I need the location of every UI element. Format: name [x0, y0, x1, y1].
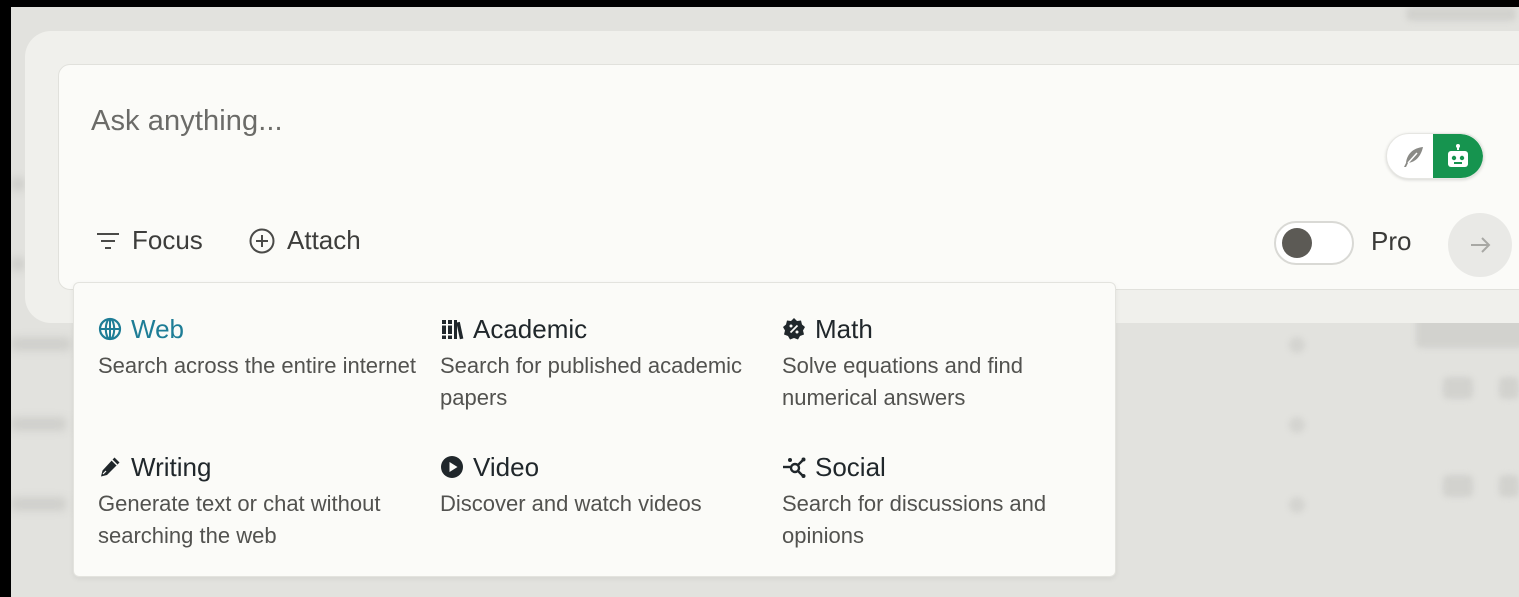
model-switch[interactable] [1386, 133, 1484, 179]
pen-icon [101, 457, 120, 477]
focus-option-math[interactable]: Math Solve equations and find numerical … [782, 313, 1112, 414]
pro-label: Pro [1371, 226, 1412, 256]
option-description: Search across the entire internet [98, 353, 416, 378]
filter-icon [97, 232, 119, 249]
background-content [11, 417, 66, 431]
background-content [1443, 475, 1473, 497]
option-title: Writing [131, 451, 212, 482]
focus-label: Focus [132, 225, 203, 255]
plus-circle-icon [249, 228, 275, 253]
robot-model-button[interactable] [1433, 134, 1483, 178]
app-window: Ask anything... Focus Attach Pro Web Sea… [11, 7, 1519, 597]
submit-button[interactable] [1448, 213, 1512, 277]
background-content [11, 497, 66, 511]
math-badge-icon [783, 318, 805, 340]
focus-option-video[interactable]: Video Discover and watch videos [440, 451, 770, 520]
books-icon [442, 320, 464, 340]
option-title: Social [815, 451, 886, 482]
globe-icon [98, 317, 122, 341]
attach-label: Attach [287, 225, 361, 255]
option-title: Academic [473, 313, 588, 344]
focus-button[interactable]: Focus [95, 225, 203, 256]
background-content [1499, 377, 1519, 399]
background-content [1499, 475, 1519, 497]
search-input[interactable]: Ask anything... [91, 105, 283, 138]
play-icon [441, 456, 463, 478]
option-description: Search for discussions and opinions [782, 491, 1047, 548]
robot-icon [1448, 144, 1468, 167]
background-content [11, 337, 71, 351]
background-content [1289, 417, 1305, 433]
background-content [1406, 7, 1516, 21]
option-title: Web [131, 313, 184, 344]
option-description: Discover and watch videos [440, 491, 702, 516]
focus-option-social[interactable]: Social Search for discussions and opinio… [782, 451, 1112, 552]
attach-button[interactable]: Attach [248, 225, 361, 256]
option-title: Math [815, 313, 873, 344]
option-title: Video [473, 451, 540, 482]
option-description: Generate text or chat without searching … [98, 491, 381, 548]
toggle-knob [1282, 228, 1312, 258]
focus-option-web[interactable]: Web Search across the entire internet [98, 313, 428, 382]
focus-option-academic[interactable]: Academic Search for published academic p… [440, 313, 770, 414]
network-icon [783, 457, 806, 478]
arrow-right-icon [1471, 237, 1491, 253]
focus-option-writing[interactable]: Writing Generate text or chat without se… [98, 451, 428, 552]
feather-icon [1404, 147, 1423, 167]
background-content [1289, 497, 1305, 513]
focus-menu: Web Search across the entire internet Ac… [73, 282, 1116, 577]
background-content [11, 177, 25, 191]
pro-toggle[interactable] [1274, 221, 1354, 265]
option-description: Solve equations and find numerical answe… [782, 353, 1023, 410]
background-content [1443, 377, 1473, 399]
background-content [11, 257, 25, 271]
background-content [1289, 337, 1305, 353]
option-description: Search for published academic papers [440, 353, 743, 410]
search-box[interactable]: Ask anything... Focus Attach Pro [58, 64, 1519, 290]
